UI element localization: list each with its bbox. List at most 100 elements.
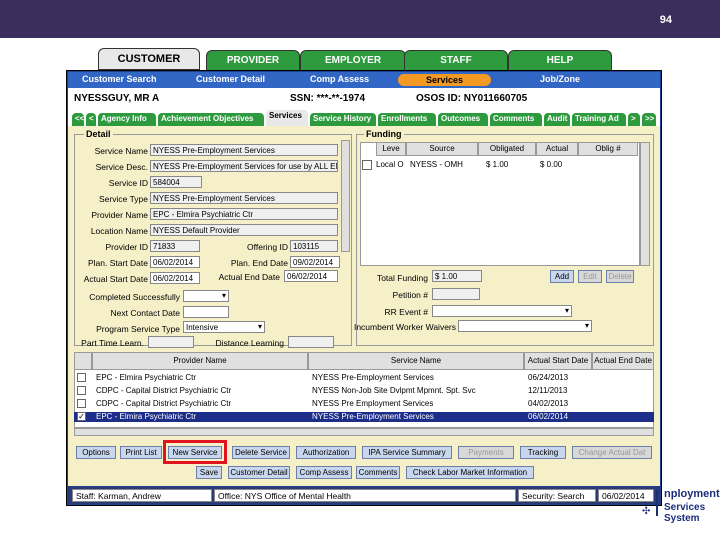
label-service-name: Service Name bbox=[94, 146, 148, 156]
print-list-button[interactable]: Print List bbox=[120, 446, 162, 459]
nav-customer-detail[interactable]: Customer Detail bbox=[196, 74, 265, 84]
tab-outcomes[interactable]: Outcomes bbox=[438, 113, 488, 126]
plan-start-date-field[interactable]: 06/02/2014 bbox=[150, 256, 200, 268]
tab-help[interactable]: HELP bbox=[508, 50, 612, 72]
table-row[interactable]: CDPC - Capital District Psychiatric Ctr N… bbox=[74, 386, 654, 396]
actual-start-date-field[interactable]: 06/02/2014 bbox=[150, 272, 200, 284]
save-button[interactable]: Save bbox=[196, 466, 222, 479]
nav-services[interactable]: Services bbox=[398, 74, 492, 86]
program-type-select[interactable]: Intensive bbox=[183, 321, 265, 333]
funding-header-source: Source bbox=[406, 142, 478, 156]
logo-line-2: Services System bbox=[664, 502, 706, 524]
tab-first-arrow[interactable]: << bbox=[72, 113, 84, 126]
grid-header-actual-start[interactable]: Actual Start Date bbox=[524, 352, 592, 370]
tab-achievement-objectives[interactable]: Achievement Objectives bbox=[158, 113, 264, 126]
funding-header-level: Leve bbox=[376, 142, 406, 156]
row-start-cell: 06/02/2014 bbox=[528, 412, 569, 421]
tab-employer[interactable]: EMPLOYER bbox=[300, 50, 406, 72]
funding-row-obligated: $ 1.00 bbox=[486, 160, 509, 169]
funding-add-button[interactable]: Add bbox=[550, 270, 574, 283]
table-row[interactable]: ✓ EPC - Elmira Psychiatric Ctr NYESS Pre-E… bbox=[74, 412, 654, 422]
tab-staff[interactable]: STAFF bbox=[404, 50, 508, 72]
label-location-name: Location Name bbox=[90, 226, 148, 236]
tab-last-arrow[interactable]: >> bbox=[642, 113, 656, 126]
row-checkbox[interactable] bbox=[77, 386, 86, 395]
funding-scrollbar[interactable] bbox=[640, 142, 650, 266]
ipa-service-summary-button[interactable]: IPA Service Summary bbox=[362, 446, 452, 459]
tracking-button[interactable]: Tracking bbox=[520, 446, 566, 459]
label-offering-id: Offering ID bbox=[247, 242, 288, 252]
status-bar: Staff: Karman, Andrew Office: NYS Office… bbox=[68, 487, 660, 504]
actual-end-date-field[interactable]: 06/02/2014 bbox=[284, 270, 338, 282]
options-button[interactable]: Options bbox=[76, 446, 116, 459]
status-date: 06/02/2014 bbox=[598, 489, 654, 502]
payments-button[interactable]: Payments bbox=[458, 446, 514, 459]
nav-comp-assess[interactable]: Comp Assess bbox=[310, 74, 369, 84]
label-service-id: Service ID bbox=[108, 178, 148, 188]
change-actual-date-button[interactable]: Change Actual Dat bbox=[572, 446, 652, 459]
delete-service-button[interactable]: Delete Service bbox=[232, 446, 290, 459]
grid-horizontal-scrollbar[interactable] bbox=[74, 428, 654, 436]
tab-prev-arrow[interactable]: < bbox=[86, 113, 96, 126]
status-security: Security: Search bbox=[518, 489, 596, 502]
row-service-cell: NYESS Pre Employment Services bbox=[312, 399, 434, 408]
rr-event-select[interactable] bbox=[432, 305, 572, 317]
funding-row-actual: $ 0.00 bbox=[540, 160, 563, 169]
row-provider-cell: EPC - Elmira Psychiatric Ctr bbox=[96, 412, 197, 421]
tab-training-ad[interactable]: Training Ad bbox=[572, 113, 626, 126]
row-checkbox[interactable] bbox=[77, 399, 86, 408]
label-actual-end: Actual End Date bbox=[218, 272, 280, 282]
row-checkbox[interactable]: ✓ bbox=[77, 412, 86, 421]
tab-next-arrow[interactable]: > bbox=[628, 113, 640, 126]
grid-header-actual-end[interactable]: Actual End Date bbox=[592, 352, 654, 370]
distance-field[interactable] bbox=[288, 336, 334, 348]
tab-services[interactable]: Services bbox=[266, 110, 308, 126]
funding-header-obligated: Obligated bbox=[478, 142, 536, 156]
row-service-cell: NYESS Pre-Employment Services bbox=[312, 412, 434, 421]
part-time-field[interactable] bbox=[148, 336, 194, 348]
customer-detail-button[interactable]: Customer Detail bbox=[228, 466, 290, 479]
tab-service-history[interactable]: Service History bbox=[310, 113, 376, 126]
label-part-time: Part Time Learn. bbox=[81, 338, 144, 348]
tab-audit[interactable]: Audit bbox=[544, 113, 570, 126]
comments-button[interactable]: Comments bbox=[356, 466, 400, 479]
label-total-funding: Total Funding bbox=[376, 273, 428, 283]
funding-row-checkbox[interactable] bbox=[362, 160, 372, 170]
table-row[interactable]: CDPC - Capital District Psychiatric Ctr N… bbox=[74, 399, 654, 409]
label-completed: Completed Successfully bbox=[89, 292, 180, 302]
label-service-type: Service Type bbox=[99, 194, 148, 204]
tab-enrollments[interactable]: Enrollments bbox=[378, 113, 436, 126]
nav-job-zone[interactable]: Job/Zone bbox=[540, 74, 580, 84]
plan-end-date-field[interactable]: 09/02/2014 bbox=[290, 256, 340, 268]
authorization-button[interactable]: Authorization bbox=[296, 446, 356, 459]
detail-scrollbar[interactable] bbox=[341, 140, 350, 252]
funding-edit-button[interactable]: Edit bbox=[578, 270, 602, 283]
label-actual-start: Actual Start Date bbox=[83, 274, 148, 284]
funding-delete-button[interactable]: Delete bbox=[606, 270, 634, 283]
service-name-field: NYESS Pre-Employment Services bbox=[150, 144, 338, 156]
detail-section-title: Detail bbox=[84, 129, 113, 139]
row-checkbox[interactable] bbox=[77, 373, 86, 382]
label-incumbent: Incumbent Worker Waivers bbox=[353, 322, 456, 332]
tab-provider[interactable]: PROVIDER bbox=[206, 50, 300, 72]
label-next-contact: Next Contact Date bbox=[110, 308, 180, 318]
next-contact-date-field[interactable] bbox=[183, 306, 229, 318]
petition-field[interactable] bbox=[432, 288, 480, 300]
sub-navigation: Customer Search Customer Detail Comp Ass… bbox=[68, 72, 660, 88]
grid-header-service[interactable]: Service Name bbox=[308, 352, 524, 370]
incumbent-select[interactable] bbox=[458, 320, 592, 332]
check-labor-market-button[interactable]: Check Labor Market Information bbox=[406, 466, 534, 479]
completed-select[interactable] bbox=[183, 290, 229, 302]
comp-assess-button[interactable]: Comp Assess bbox=[296, 466, 352, 479]
new-service-highlight bbox=[163, 440, 227, 464]
funding-header-oblig-num: Oblig # bbox=[578, 142, 638, 156]
tab-comments[interactable]: Comments bbox=[490, 113, 542, 126]
status-office: Office: NYS Office of Mental Health bbox=[214, 489, 516, 502]
tab-agency-info[interactable]: Agency Info bbox=[98, 113, 156, 126]
row-start-cell: 04/02/2013 bbox=[528, 399, 569, 408]
nav-customer-search[interactable]: Customer Search bbox=[82, 74, 157, 84]
funding-header-actual: Actual bbox=[536, 142, 578, 156]
table-row[interactable]: EPC - Elmira Psychiatric Ctr NYESS Pre-Em… bbox=[74, 373, 654, 383]
tab-customer[interactable]: CUSTOMER bbox=[98, 48, 200, 70]
grid-header-provider[interactable]: Provider Name bbox=[92, 352, 308, 370]
